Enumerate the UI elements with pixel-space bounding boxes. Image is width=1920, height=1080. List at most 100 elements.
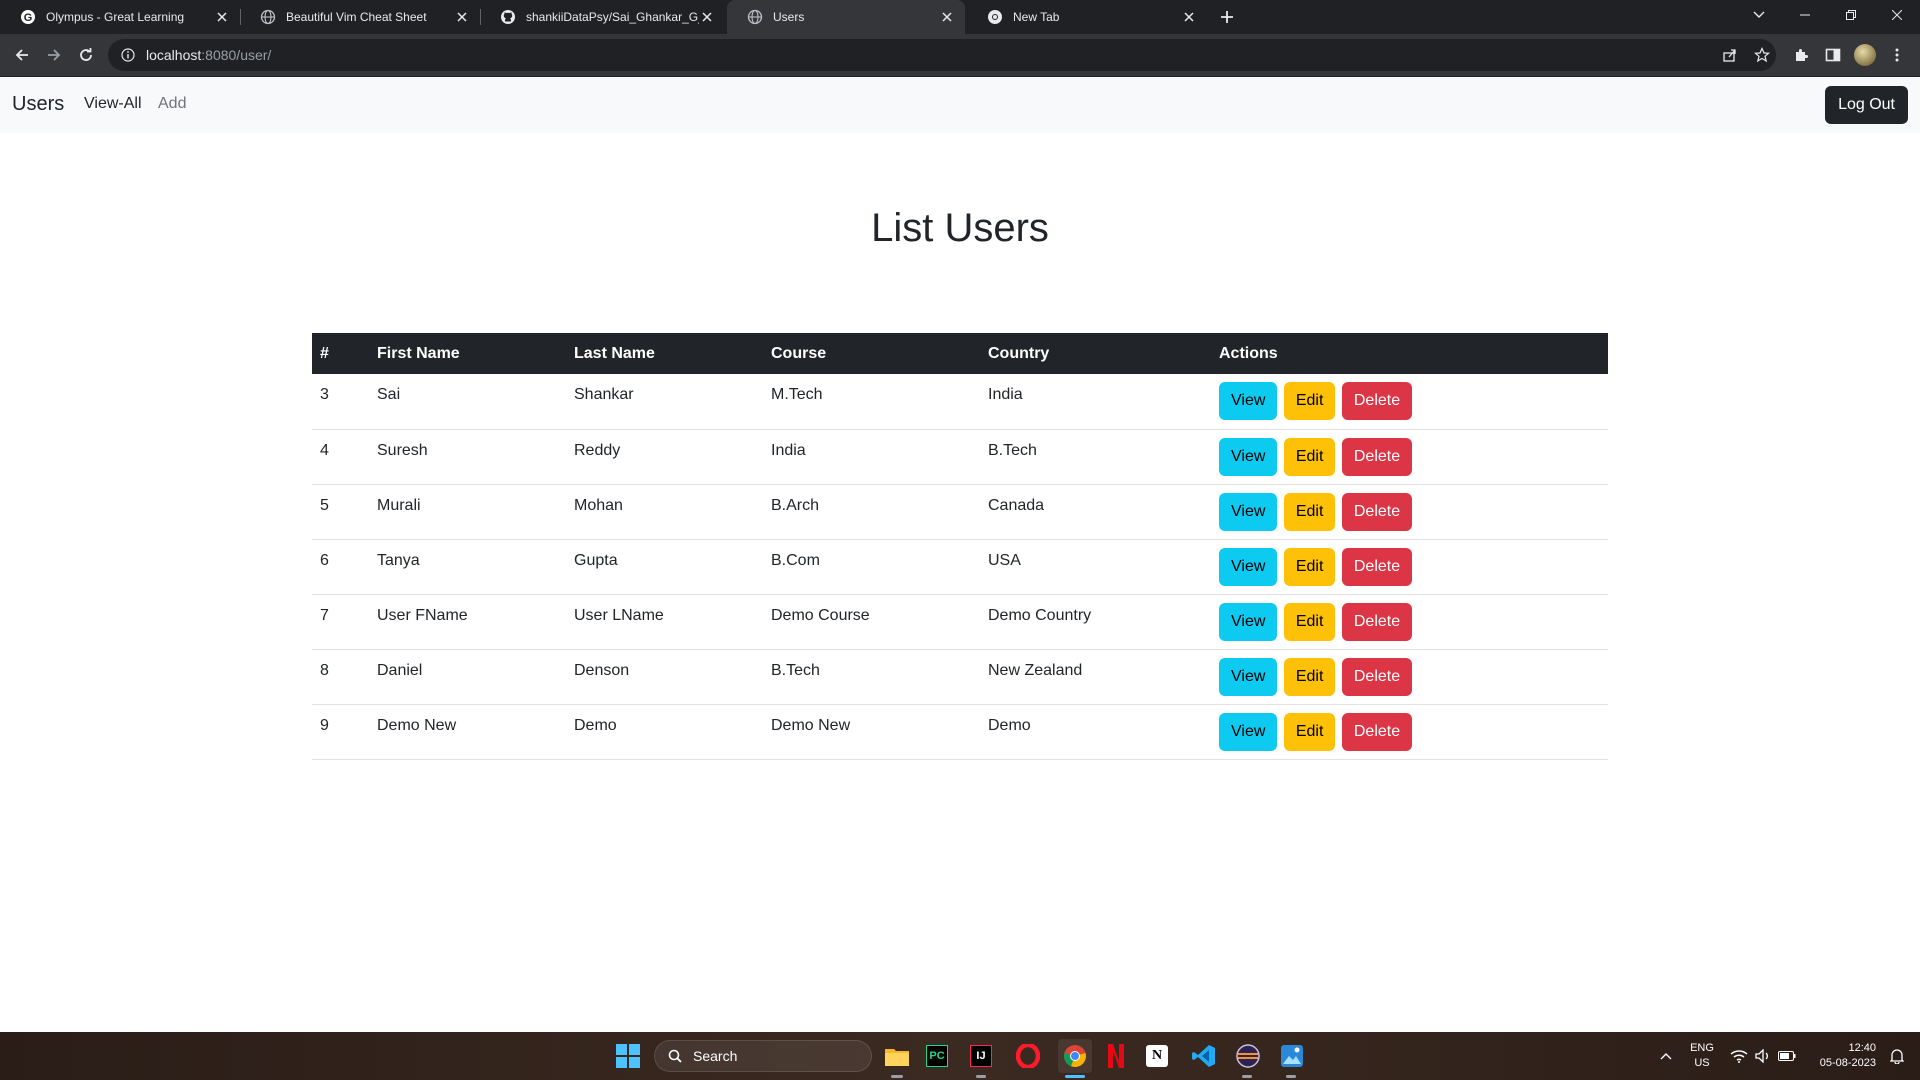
edit-button[interactable]: Edit	[1283, 547, 1336, 586]
delete-button[interactable]: Delete	[1341, 382, 1413, 420]
star-icon	[1754, 47, 1770, 63]
cell-first-name: Murali	[369, 484, 566, 540]
edit-button[interactable]: Edit	[1283, 382, 1336, 420]
delete-button[interactable]: Delete	[1341, 657, 1413, 696]
browser-tab-github[interactable]: shankiiDataPsy/Sai_Ghankar_G_B	[480, 0, 725, 34]
notion-icon[interactable]: N	[1146, 1045, 1168, 1067]
back-button[interactable]	[8, 41, 36, 69]
cell-id: 6	[312, 539, 369, 595]
github-icon	[500, 9, 516, 25]
wifi-icon[interactable]	[1728, 1042, 1750, 1070]
view-button[interactable]: View	[1219, 602, 1278, 641]
browser-tab-newtab[interactable]: New Tab	[967, 0, 1207, 34]
cell-actions: View Edit Delete	[1211, 429, 1608, 485]
edit-button[interactable]: Edit	[1283, 602, 1336, 641]
restore-button[interactable]	[1828, 0, 1874, 30]
intellij-icon[interactable]: IJ	[970, 1045, 992, 1067]
vscode-icon[interactable]	[1190, 1042, 1218, 1070]
cell-country: Demo Country	[980, 594, 1211, 650]
running-indicator	[891, 1075, 903, 1078]
battery-icon[interactable]	[1776, 1042, 1798, 1070]
netflix-icon[interactable]	[1102, 1042, 1130, 1070]
edit-button[interactable]: Edit	[1283, 437, 1336, 476]
running-indicator	[1242, 1075, 1252, 1078]
language-indicator[interactable]: ENG US	[1688, 1041, 1716, 1071]
profile-button[interactable]	[1851, 41, 1879, 69]
browser-tab-vim[interactable]: Beautiful Vim Cheat Sheet	[240, 0, 480, 34]
pycharm-icon[interactable]: PC	[926, 1045, 948, 1067]
cell-actions: View Edit Delete	[1211, 539, 1608, 595]
chrome-icon[interactable]	[1058, 1039, 1092, 1073]
close-icon[interactable]	[1181, 9, 1197, 25]
view-button[interactable]: View	[1219, 492, 1278, 531]
taskbar-search-label: Search	[693, 1048, 738, 1064]
close-icon	[1892, 10, 1902, 20]
close-icon[interactable]	[939, 9, 955, 25]
edit-button[interactable]: Edit	[1283, 657, 1336, 696]
cell-course: Demo New	[763, 704, 980, 760]
edit-button[interactable]: Edit	[1283, 492, 1336, 531]
cell-country: India	[980, 374, 1211, 430]
view-button[interactable]: View	[1219, 437, 1278, 476]
start-button[interactable]	[616, 1044, 640, 1068]
navbar-brand[interactable]: Users	[12, 93, 64, 116]
extensions-button[interactable]	[1787, 41, 1815, 69]
cell-course: M.Tech	[763, 374, 980, 430]
delete-button[interactable]: Delete	[1341, 437, 1413, 476]
file-explorer-icon[interactable]	[883, 1042, 911, 1070]
cell-last-name: Shankar	[566, 374, 763, 430]
clock[interactable]: 12:40 05-08-2023	[1806, 1041, 1876, 1071]
nav-link-view-all[interactable]: View-All	[84, 95, 142, 113]
view-button[interactable]: View	[1219, 712, 1278, 751]
delete-button[interactable]: Delete	[1341, 492, 1413, 531]
chevron-up-icon[interactable]	[1652, 1042, 1680, 1070]
address-bar[interactable]: localhost:8080/user/	[108, 39, 1776, 71]
cell-course: India	[763, 429, 980, 485]
running-indicator	[1286, 1075, 1296, 1078]
logout-button[interactable]: Log Out	[1825, 86, 1908, 124]
column-header-actions: Actions	[1211, 333, 1608, 374]
view-button[interactable]: View	[1219, 382, 1278, 420]
eclipse-icon[interactable]	[1234, 1042, 1262, 1070]
share-icon	[1723, 49, 1736, 62]
bookmark-button[interactable]	[1748, 41, 1776, 69]
new-tab-button[interactable]	[1215, 5, 1239, 29]
window-close-button[interactable]	[1874, 0, 1920, 30]
browser-tab-olympus[interactable]: G Olympus - Great Learning	[0, 0, 240, 34]
edit-button[interactable]: Edit	[1283, 712, 1336, 751]
delete-button[interactable]: Delete	[1341, 602, 1413, 641]
photos-icon[interactable]	[1278, 1042, 1306, 1070]
notification-bell-icon[interactable]	[1886, 1042, 1908, 1070]
minimize-button[interactable]	[1782, 0, 1828, 30]
forward-button[interactable]	[40, 41, 68, 69]
close-icon[interactable]	[699, 9, 715, 25]
close-icon[interactable]	[454, 9, 470, 25]
clock-time: 12:40	[1848, 1042, 1876, 1054]
opera-icon[interactable]	[1014, 1042, 1042, 1070]
tab-search-button[interactable]	[1736, 0, 1782, 30]
reload-button[interactable]	[72, 41, 100, 69]
side-panel-button[interactable]	[1819, 41, 1847, 69]
taskbar-search[interactable]: Search	[654, 1040, 872, 1072]
close-icon[interactable]	[214, 9, 230, 25]
info-icon[interactable]	[120, 47, 136, 63]
cell-course: B.Com	[763, 539, 980, 595]
delete-button[interactable]: Delete	[1341, 547, 1413, 586]
cell-course: Demo Course	[763, 594, 980, 650]
app-navbar: Users View-All Add Log Out	[0, 77, 1920, 133]
windows-taskbar: Search PC IJ N ENG US 12:40 05-08-2023	[0, 1032, 1920, 1080]
nav-link-add[interactable]: Add	[158, 95, 186, 113]
volume-icon[interactable]	[1752, 1042, 1774, 1070]
share-button[interactable]	[1716, 41, 1744, 69]
language-label: ENG	[1690, 1042, 1714, 1054]
table-row: 6 Tanya Gupta B.Com USA View Edit Delete	[312, 539, 1608, 595]
delete-button[interactable]: Delete	[1341, 712, 1413, 751]
cell-id: 7	[312, 594, 369, 650]
side-panel-icon	[1825, 48, 1841, 62]
browser-tab-users[interactable]: Users	[727, 0, 965, 34]
view-button[interactable]: View	[1219, 547, 1278, 586]
region-label: US	[1694, 1057, 1710, 1069]
chrome-menu-button[interactable]	[1883, 41, 1911, 69]
cell-actions: View Edit Delete	[1211, 704, 1608, 760]
view-button[interactable]: View	[1219, 657, 1278, 696]
